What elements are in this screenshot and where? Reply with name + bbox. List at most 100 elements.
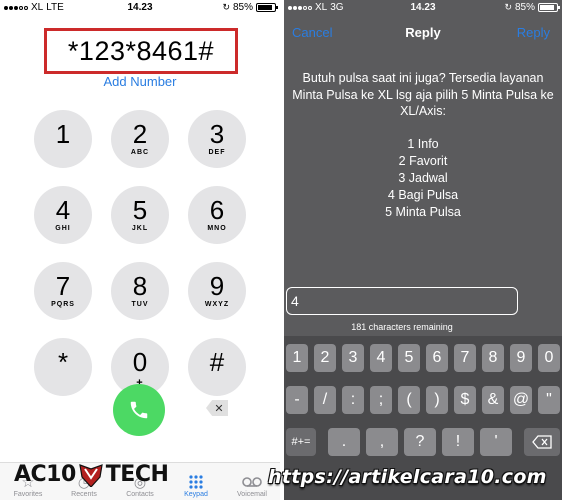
key-3[interactable]: 3 xyxy=(342,344,364,372)
logo-text-right: TECH xyxy=(105,462,169,487)
menu-item: 2 Favorit xyxy=(398,154,448,168)
key-slash[interactable]: / xyxy=(314,386,336,414)
key-hash[interactable]: # xyxy=(188,338,246,396)
key-digit: 9 xyxy=(209,271,225,301)
key-star[interactable]: * xyxy=(34,338,92,396)
ussd-menu: 1 Info 2 Favorit 3 Jadwal 4 Bagi Pulsa 5… xyxy=(284,136,562,221)
key-dollar[interactable]: $ xyxy=(454,386,476,414)
dialed-number: *123*8461# xyxy=(67,35,215,66)
menu-item: 3 Jadwal xyxy=(398,171,448,185)
key-5[interactable]: 5 xyxy=(398,344,420,372)
tab-label: Voicemail xyxy=(237,491,267,498)
key-1[interactable]: 1 xyxy=(34,110,92,168)
key-digit: 6 xyxy=(209,195,225,225)
key-digit: 4 xyxy=(55,195,71,225)
key-minus[interactable]: - xyxy=(286,386,308,414)
key-question[interactable]: ? xyxy=(404,428,436,456)
key-9[interactable]: 9 xyxy=(510,344,532,372)
key-digit: * xyxy=(57,347,69,377)
key-letters: MNO xyxy=(207,225,227,232)
key-4[interactable]: 4 xyxy=(370,344,392,372)
battery-info: ↻ 85% xyxy=(222,2,278,13)
key-semicolon[interactable]: ; xyxy=(370,386,392,414)
key-6[interactable]: 6 xyxy=(426,344,448,372)
keyboard-delete-key[interactable] xyxy=(524,428,560,456)
orientation-lock-icon: ↻ xyxy=(222,2,230,12)
key-digit: 7 xyxy=(55,271,71,301)
add-number-link[interactable]: Add Number xyxy=(0,74,280,89)
key-letters: WXYZ xyxy=(204,301,230,308)
dialog-nav-bar: Cancel Reply Reply xyxy=(284,18,562,46)
tab-label: Contacts xyxy=(126,491,154,498)
backspace-icon xyxy=(532,435,552,449)
orientation-lock-icon: ↻ xyxy=(504,2,512,12)
battery-icon xyxy=(256,3,278,12)
key-digit: 3 xyxy=(209,119,225,149)
key-4[interactable]: 4 GHI xyxy=(34,186,92,244)
key-9[interactable]: 9 WXYZ xyxy=(188,262,246,320)
ac10-tech-logo: AC10 TECH xyxy=(14,462,169,487)
key-8[interactable]: 8 TUV xyxy=(111,262,169,320)
key-3[interactable]: 3 DEF xyxy=(188,110,246,168)
phone-icon xyxy=(130,401,148,419)
key-5[interactable]: 5 JKL xyxy=(111,186,169,244)
status-bar: XL 3G 14.23 ↻ 85% xyxy=(284,0,562,16)
dialer-screen: XL LTE 14.23 ↻ 85% *123*8461# Add Number… xyxy=(0,0,280,500)
key-comma[interactable]: , xyxy=(366,428,398,456)
delete-digit-button[interactable]: ✕ xyxy=(206,400,228,416)
key-exclamation[interactable]: ! xyxy=(442,428,474,456)
key-2[interactable]: 2 ABC xyxy=(111,110,169,168)
key-ampersand[interactable]: & xyxy=(482,386,504,414)
key-digit: 0 xyxy=(132,347,148,377)
key-digit: 2 xyxy=(132,119,148,149)
menu-item: 5 Minta Pulsa xyxy=(385,205,461,219)
key-colon[interactable]: : xyxy=(342,386,364,414)
voicemail-icon xyxy=(242,473,262,491)
keypad-icon xyxy=(188,473,204,491)
website-watermark: https://artikelcara10.com xyxy=(268,466,547,488)
battery-info: ↻ 85% xyxy=(504,2,560,13)
tab-label: Recents xyxy=(71,491,97,498)
battery-percent: 85% xyxy=(514,2,535,13)
dialed-number-display: *123*8461# xyxy=(44,28,238,74)
tab-label: Favorites xyxy=(13,491,43,498)
key-digit: 8 xyxy=(132,271,148,301)
key-apostrophe[interactable]: ' xyxy=(480,428,512,456)
reply-input[interactable] xyxy=(286,287,518,315)
key-quote[interactable]: " xyxy=(538,386,560,414)
battery-icon xyxy=(538,3,560,12)
key-7[interactable]: 7 xyxy=(454,344,476,372)
reply-button[interactable]: Reply xyxy=(517,25,550,40)
key-8[interactable]: 8 xyxy=(482,344,504,372)
key-open-paren[interactable]: ( xyxy=(398,386,420,414)
ussd-reply-screen: XL 3G 14.23 ↻ 85% Cancel Reply Reply But… xyxy=(284,0,562,500)
key-1[interactable]: 1 xyxy=(286,344,308,372)
close-icon: ✕ xyxy=(214,402,224,415)
call-button[interactable] xyxy=(113,384,165,436)
key-2[interactable]: 2 xyxy=(314,344,336,372)
menu-item: 1 Info xyxy=(407,137,439,151)
shield-icon xyxy=(79,463,103,487)
key-letters: TUV xyxy=(131,301,149,308)
symbols-toggle-key[interactable]: #+= xyxy=(286,428,316,456)
key-6[interactable]: 6 MNO xyxy=(188,186,246,244)
ussd-message: Butuh pulsa saat ini juga? Tersedia laya… xyxy=(292,71,554,118)
key-letters: JKL xyxy=(131,225,149,232)
key-letters: DEF xyxy=(208,149,226,156)
key-7[interactable]: 7 PQRS xyxy=(34,262,92,320)
key-at[interactable]: @ xyxy=(510,386,532,414)
logo-text-left: AC10 xyxy=(14,462,76,487)
key-0[interactable]: 0 xyxy=(538,344,560,372)
keypad: 1 2 ABC 3 DEF 4 GHI 5 JKL 6 MNO 7 PQRS 8 TUV 9W… xyxy=(34,110,246,396)
key-letters: PQRS xyxy=(51,301,75,308)
battery-percent: 85% xyxy=(232,2,253,13)
key-letters: GHI xyxy=(55,225,71,232)
characters-remaining: 181 characters remaining xyxy=(351,322,453,332)
tab-keypad[interactable]: Keypad xyxy=(168,463,224,500)
key-period[interactable]: . xyxy=(328,428,360,456)
key-digit: 1 xyxy=(55,119,71,149)
menu-item: 4 Bagi Pulsa xyxy=(387,188,459,202)
key-digit: 5 xyxy=(132,195,148,225)
key-close-paren[interactable]: ) xyxy=(426,386,448,414)
status-bar: XL LTE 14.23 ↻ 85% xyxy=(0,0,280,16)
